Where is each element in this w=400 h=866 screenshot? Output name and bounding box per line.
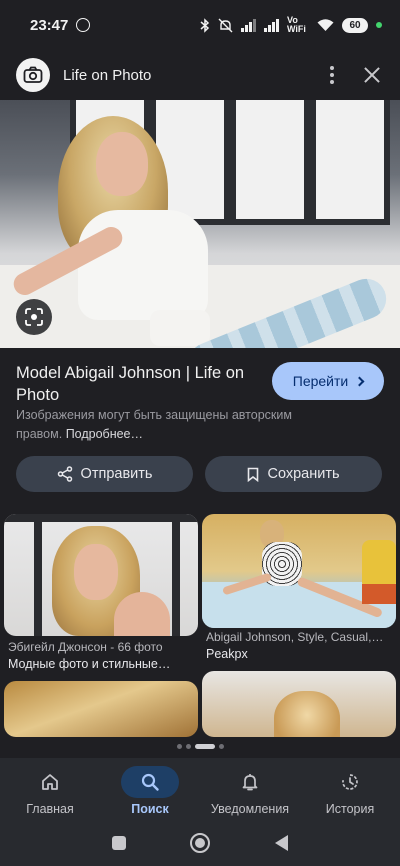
nav-home[interactable]: Главная — [0, 758, 100, 820]
whatsapp-icon — [76, 18, 91, 32]
mute-icon — [218, 18, 233, 32]
page-indicator — [0, 744, 400, 749]
share-icon — [57, 466, 72, 482]
chevron-right-icon — [354, 376, 365, 386]
visit-button-label: Перейти — [292, 373, 349, 389]
visual-search-button[interactable] — [16, 299, 52, 335]
window-decor — [230, 100, 310, 225]
share-button[interactable]: Отправить — [16, 456, 193, 492]
person-shorts — [150, 310, 210, 346]
status-time: 23:47 — [30, 16, 69, 34]
related-title-1[interactable]: Модные фото и стильные… — [8, 657, 196, 671]
window-decor — [310, 100, 390, 225]
status-icons: Vo WiFi 60 — [200, 16, 382, 34]
bell-icon — [242, 774, 258, 791]
related-image-2[interactable] — [202, 514, 396, 628]
lens-scan-icon — [25, 308, 43, 326]
nav-notifications[interactable]: Уведомления — [200, 758, 300, 820]
bookmark-icon — [248, 467, 259, 482]
bluetooth-icon — [200, 17, 210, 33]
recents-button[interactable] — [112, 836, 127, 850]
share-label: Отправить — [80, 466, 153, 482]
status-bar: 23:47 Vo WiFi 60 — [0, 0, 400, 50]
related-image-1[interactable] — [4, 514, 198, 636]
nav-search-label: Поиск — [131, 802, 169, 816]
nav-history-label: История — [325, 802, 375, 816]
nav-icon-container — [221, 766, 279, 798]
search-icon — [141, 773, 159, 791]
visit-button[interactable]: Перейти — [272, 362, 384, 400]
learn-more-link[interactable]: Подробнее… — [66, 427, 143, 441]
save-button[interactable]: Сохранить — [205, 456, 382, 492]
nav-home-label: Главная — [26, 802, 74, 816]
history-icon — [342, 774, 358, 790]
signal-icon-1 — [241, 18, 256, 32]
person-body — [78, 210, 208, 320]
back-button[interactable] — [274, 835, 288, 851]
header: Life on Photo — [0, 50, 400, 100]
nav-notifications-label: Уведомления — [210, 802, 290, 816]
close-icon[interactable] — [360, 63, 384, 87]
vowifi-label: Vo WiFi — [287, 15, 306, 34]
copyright-notice: Изображения могут быть защищены авторски… — [16, 406, 336, 444]
copyright-text: Изображения могут быть защищены авторски… — [16, 408, 292, 441]
person-face — [96, 132, 148, 196]
bottom-navigation: Главная Поиск Уведомления История — [0, 758, 400, 820]
battery-indicator: 60 — [342, 17, 368, 33]
signal-icon-2 — [264, 18, 279, 32]
result-title[interactable]: Model Abigail Johnson | Life on Photo — [16, 362, 266, 406]
related-title-2[interactable]: Peakpx — [206, 647, 394, 661]
header-actions — [326, 62, 384, 88]
nav-search[interactable]: Поиск — [100, 758, 200, 820]
home-button[interactable] — [190, 833, 211, 853]
nav-icon-container — [21, 766, 79, 798]
system-navigation-bar — [0, 820, 400, 866]
lens-button[interactable] — [16, 58, 50, 92]
privacy-dot — [376, 22, 382, 28]
more-options-icon[interactable] — [326, 62, 338, 88]
home-icon — [42, 774, 58, 790]
camera-icon — [23, 66, 43, 83]
nav-history[interactable]: История — [300, 758, 400, 820]
page-title: Life on Photo — [63, 66, 152, 84]
related-image-3[interactable] — [4, 681, 198, 737]
related-image-4[interactable] — [202, 671, 396, 737]
save-label: Сохранить — [267, 466, 340, 482]
nav-icon-container — [121, 766, 179, 798]
related-source-2[interactable]: Abigail Johnson, Style, Casual,… — [206, 630, 394, 644]
wifi-icon — [317, 18, 334, 31]
nav-icon-container — [321, 766, 379, 798]
main-image[interactable] — [0, 100, 400, 348]
related-source-1[interactable]: Эбигейл Джонсон - 66 фото — [8, 640, 196, 654]
